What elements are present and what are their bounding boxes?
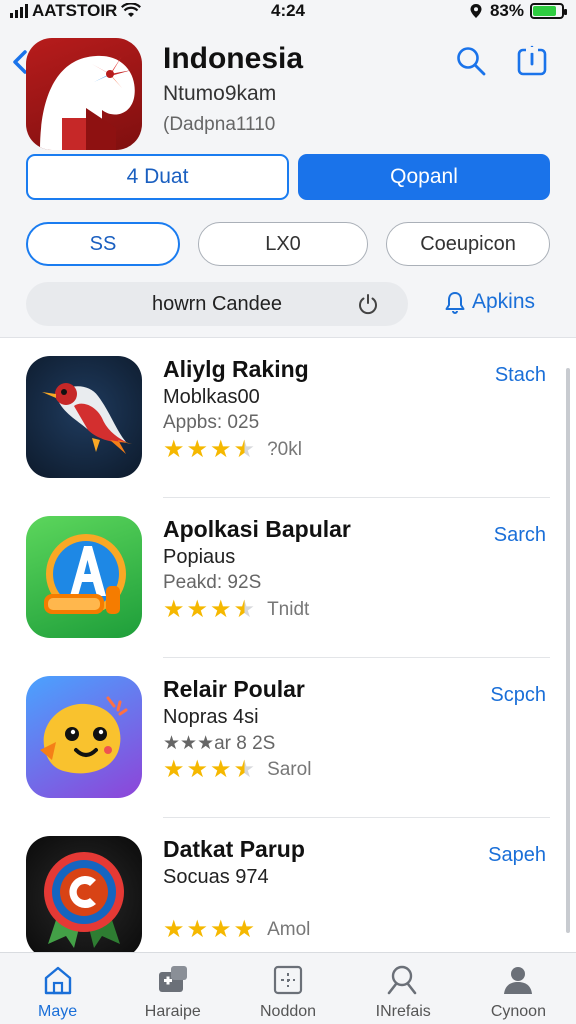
location-icon [470,4,482,18]
star-icon: ★ [163,916,185,943]
app-category: Nopras 4si [163,706,259,728]
search-input-text: howrn Candee [151,292,283,315]
bell-icon [445,292,465,314]
list-item[interactable]: Relair Poular Nopras 4si ★★★ar 8 2S ★ ★ ★ ★… [0,658,576,818]
star-icon: ★ [233,596,256,623]
tab-label: Haraipe [144,1003,201,1020]
star-icon: ★ [210,756,232,783]
star-icon: ★ [186,756,209,783]
games-icon [158,966,187,992]
app-title: Indonesia [163,42,304,75]
rating-count: ?0kl [267,439,302,460]
star-icon: ★ [210,596,232,623]
battery-icon [530,3,567,19]
tab-apps[interactable]: Noddon [230,953,345,1024]
app-category: Socuas 974 [163,866,269,888]
letter-c-badge-icon [26,836,142,958]
get-button[interactable]: Scpch [490,684,546,707]
search-icon [387,965,417,995]
rating-count: Sarol [267,759,312,780]
get-button[interactable]: Sapeh [488,844,546,867]
app-meta: Appbs: 025 [163,412,260,433]
status-bar: AATSTOIR 4:24 83% [0,0,576,22]
app-name: Datkat Parup [163,836,305,862]
star-icon: ★ [186,916,209,943]
app-meta: Peakd: 92S [163,572,262,593]
profile-icon [504,967,533,994]
search-icon[interactable] [454,44,488,78]
get-button[interactable]: Stach [495,364,546,387]
app-header: Indonesia Ntumo9kam (Dadpna1110 4 Duat Q… [0,22,576,338]
tab-label: Noddon [259,1003,317,1020]
app-category: Moblkas00 [163,386,260,408]
star-icon: ★ [210,436,232,463]
app-logo-icon [26,38,142,150]
star-icon: ★ [186,436,209,463]
star-icon: ★ [163,436,185,463]
star-rating: ★ ★ ★ ★ Tnidt [163,598,309,622]
star-rating: ★ ★ ★ ★ Amol [163,918,310,942]
star-icon: ★ [163,756,185,783]
battery-percent: 83% [489,1,524,20]
star-rating: ★ ★ ★ ★ Sarol [163,758,311,782]
star-icon: ★ [233,436,256,463]
letter-a-icon [26,516,142,638]
app-name: Relair Poular [163,676,305,702]
home-icon [44,966,71,995]
apps-icon [273,965,303,995]
filter-chip-1[interactable]: SS [26,222,180,266]
scrollbar[interactable] [566,368,570,933]
get-button[interactable]: Sarch [494,524,546,547]
open-button[interactable]: Qopanl [298,154,550,200]
star-icon: ★ [233,916,256,943]
app-category: Popiaus [163,546,236,568]
star-rating: ★ ★ ★ ★ ?0kl [163,438,302,462]
apps-link[interactable]: Apkins [444,290,535,314]
rating-count: Amol [267,919,311,940]
list-item[interactable]: Apolkasi Bapular Popiaus Peakd: 92S ★ ★ ★ ★… [0,498,576,658]
filter-chip-2[interactable]: LX0 [198,222,368,266]
app-name: Apolkasi Bapular [163,516,351,542]
star-icon: ★ [210,916,232,943]
tab-search[interactable]: INrefais [346,953,461,1024]
app-subtitle: Ntumo9kam [163,82,277,105]
app-list: Aliylg Raking Moblkas00 Appbs: 025 ★ ★ ★ ★?… [0,338,576,978]
rating-count: Tnidt [267,599,310,620]
tab-bar: Maye Haraipe Noddon INrefais Cynoon [0,952,576,1024]
bird-icon [26,356,142,478]
apps-link-label: Apkins [472,290,536,313]
app-developer: (Dadpna1110 [163,114,276,135]
star-icon: ★ [233,756,256,783]
power-clear-icon[interactable] [356,292,380,316]
star-icon: ★ [186,596,209,623]
star-icon: ★ [163,596,185,623]
tab-label: Cynoon [490,1003,546,1020]
smiley-face-icon [26,676,142,798]
tab-label: Maye [38,1003,78,1020]
tab-label: INrefais [375,1003,431,1020]
list-item[interactable]: Aliylg Raking Moblkas00 Appbs: 025 ★ ★ ★ ★?… [0,338,576,498]
app-meta: ★★★ar 8 2S [163,733,276,754]
share-icon[interactable] [515,44,549,78]
tab-profile[interactable]: Cynoon [461,953,576,1024]
tab-games[interactable]: Haraipe [115,953,230,1024]
app-name: Aliylg Raking [163,356,309,382]
tab-home[interactable]: Maye [0,953,115,1024]
filter-chip-3[interactable]: Coeupicon [386,222,550,266]
search-input[interactable]: howrn Candee [26,282,408,326]
secondary-action-button[interactable]: 4 Duat [26,154,289,200]
